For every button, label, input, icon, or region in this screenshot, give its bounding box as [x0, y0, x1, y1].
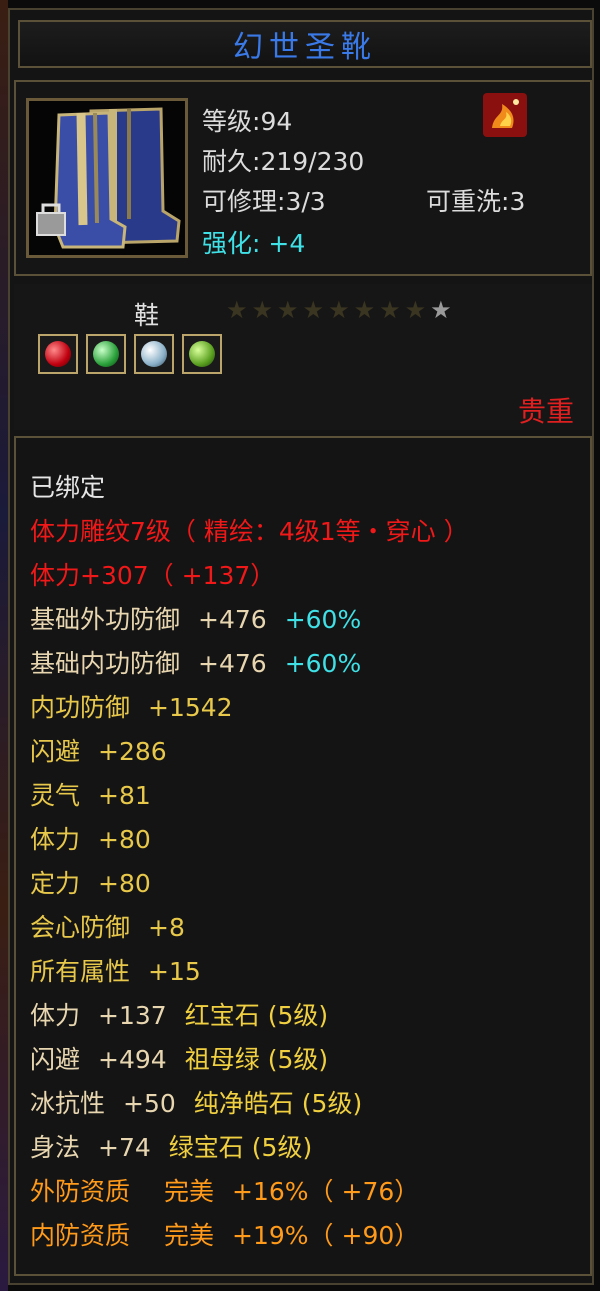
- quality-line: 外防资质 完美 +16%（ +76）: [30, 1177, 420, 1206]
- item-type: 鞋: [134, 301, 160, 330]
- rewash-value: 3: [509, 187, 526, 216]
- attr-base-inner-def: 基础内功防御 +476 +60%: [30, 649, 362, 678]
- gem-slots: [38, 334, 222, 374]
- flame-badge-icon: [483, 93, 527, 137]
- attr-crit-def: 会心防御 +8: [30, 913, 185, 942]
- attr-spirit: 灵气 +81: [30, 781, 151, 810]
- star-icon: ★: [404, 296, 427, 324]
- quality-line: 内防资质 完美 +19%（ +90）: [30, 1221, 420, 1250]
- ruby-gem-icon: [45, 341, 71, 367]
- durability-label: 耐久:: [202, 147, 261, 176]
- item-name: 幻世圣靴: [233, 30, 377, 65]
- boots-icon: [29, 101, 185, 255]
- gem-slot[interactable]: [86, 334, 126, 374]
- bound-status: 已绑定: [30, 473, 106, 502]
- attributes-panel: 已绑定 体力雕纹7级（ 精绘：4级1等・穿心 ） 体力+307（ +137） 基…: [14, 436, 592, 1276]
- gem-line: 闪避 +494 祖母绿 (5级): [30, 1045, 329, 1074]
- gem-slot[interactable]: [134, 334, 174, 374]
- rewash-row: 可重洗:3: [426, 182, 525, 218]
- emerald-gem-icon: [93, 341, 119, 367]
- diamond-gem-icon: [141, 341, 167, 367]
- durability-value: 219/230: [260, 147, 365, 176]
- star-icon: ★: [302, 296, 325, 324]
- star-icon: ★: [430, 296, 452, 324]
- item-type-panel: 鞋 ★ ★ ★ ★ ★ ★ ★ ★ ★ 贵重: [14, 284, 592, 430]
- attr-all: 所有属性 +15: [30, 957, 201, 986]
- gem-slot[interactable]: [38, 334, 78, 374]
- enhance-row: 强化: +4: [202, 224, 305, 260]
- enhance-label: 强化:: [202, 229, 261, 258]
- enhance-value: +4: [268, 229, 306, 258]
- window-edge: [0, 0, 8, 1291]
- repair-label: 可修理:: [202, 187, 286, 216]
- star-icon: ★: [226, 296, 248, 324]
- gem-line: 冰抗性 +50 纯净皓石 (5级): [30, 1089, 363, 1118]
- repair-value: 3/3: [285, 187, 326, 216]
- repair-row: 可修理:3/3: [202, 182, 326, 218]
- durability-row: 耐久:219/230: [202, 142, 364, 178]
- star-icon: ★: [251, 296, 274, 324]
- rewash-label: 可重洗:: [426, 187, 510, 216]
- gem-line: 体力 +137 红宝石 (5级): [30, 1001, 329, 1030]
- attr-inner-def: 内功防御 +1542: [30, 693, 233, 722]
- rarity-label: 贵重: [517, 395, 574, 428]
- attr-dodge: 闪避 +286: [30, 737, 167, 766]
- gem-line: 身法 +74 绿宝石 (5级): [30, 1133, 313, 1162]
- attr-stamina: 体力 +80: [30, 825, 151, 854]
- title-bar: 幻世圣靴: [18, 20, 592, 68]
- engrave-stat-line: 体力+307（ +137）: [30, 561, 276, 590]
- attr-focus: 定力 +80: [30, 869, 151, 898]
- green-gem-icon: [189, 341, 215, 367]
- item-header-panel: 等级:94 耐久:219/230 可修理:3/3 可重洗:3 强化: +4: [14, 80, 592, 276]
- star-icon: ★: [353, 296, 376, 324]
- star-rating: ★ ★ ★ ★ ★ ★ ★ ★ ★: [226, 296, 452, 324]
- star-icon: ★: [277, 296, 299, 324]
- star-icon: ★: [379, 296, 401, 324]
- star-icon: ★: [328, 296, 350, 324]
- level-label: 等级:: [202, 107, 261, 136]
- boots-portrait: [26, 98, 188, 258]
- gem-slot[interactable]: [182, 334, 222, 374]
- attr-base-outer-def: 基础外功防御 +476 +60%: [30, 605, 362, 634]
- level-value: 94: [260, 107, 293, 136]
- level-row: 等级:94: [202, 102, 292, 138]
- engrave-line: 体力雕纹7级（ 精绘：4级1等・穿心 ）: [30, 517, 469, 546]
